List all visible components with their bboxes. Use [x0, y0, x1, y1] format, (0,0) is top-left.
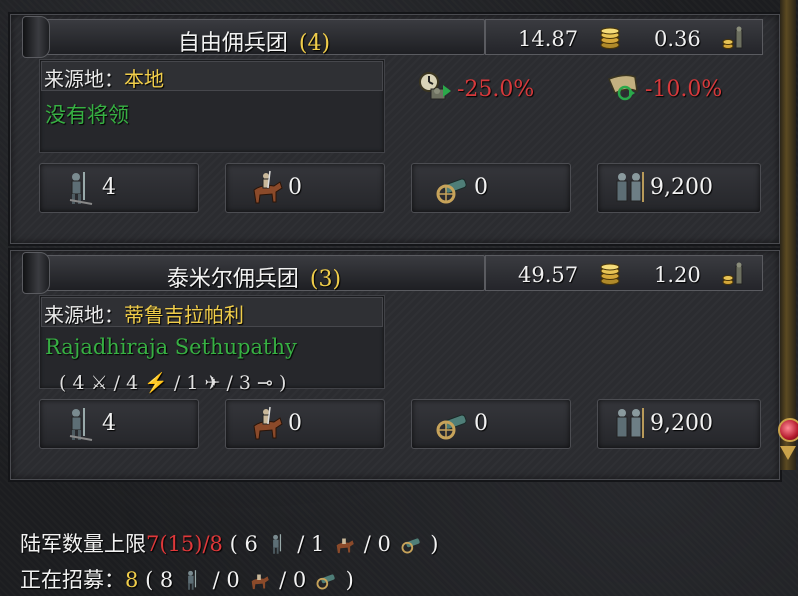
origin-text: 来源地：蒂鲁吉拉帕利	[44, 299, 244, 328]
upkeep-cost: 1.20	[654, 263, 701, 287]
infantry-icon	[188, 570, 197, 590]
hire-cost: 14.87	[518, 27, 579, 51]
infantry-icon	[272, 534, 281, 554]
cost-box: 49.57 1.20	[485, 255, 763, 291]
artillery-count: 0	[474, 411, 488, 436]
company-title-bar: 自由佣兵团 (4)	[22, 16, 485, 58]
scroll-knob-icon[interactable]	[778, 418, 798, 442]
land-sep1: / 1	[297, 532, 325, 556]
manpower-count: 9,200	[650, 411, 713, 436]
company-title: 泰米尔佣兵团 (3)	[24, 261, 484, 293]
origin-label: 来源地：	[44, 303, 124, 327]
land-close: )	[430, 532, 439, 556]
scrollbar-track[interactable]	[780, 0, 796, 470]
coin-stack-icon	[600, 27, 620, 49]
artillery-icon	[401, 538, 420, 554]
cavalry-count-box: 0	[225, 399, 385, 449]
cavalry-count-box: 0	[225, 163, 385, 213]
upkeep-soldier-icon	[722, 26, 743, 49]
cavalry-count: 0	[288, 411, 302, 436]
artillery-icon	[436, 178, 467, 204]
origin-row: 来源地：蒂鲁吉拉帕利	[41, 297, 383, 327]
origin-value: 本地	[124, 67, 164, 91]
company-title: 自由佣兵团 (4)	[24, 25, 484, 57]
manpower-count-box: 9,200	[597, 399, 761, 449]
land-limit-value: 7(15)/8	[146, 532, 223, 556]
company-title-bar: 泰米尔佣兵团 (3)	[22, 252, 485, 294]
company-name: 泰米尔佣兵团	[166, 267, 299, 292]
infantry-count-box: 4	[39, 163, 199, 213]
cavalry-icon	[253, 406, 283, 440]
origin-label: 来源地：	[44, 67, 124, 91]
artillery-count-box: 0	[411, 399, 571, 449]
infantry-count-box: 4	[39, 399, 199, 449]
land-sep2: / 0	[363, 532, 391, 556]
rec-close: )	[345, 568, 354, 592]
cavalry-icon	[253, 170, 283, 204]
land-force-limit-line: 陆军数量上限7(15)/8 ( 6 / 1 / 0 )	[20, 528, 438, 558]
recruit-time-modifier: -25.0%	[457, 77, 535, 102]
coin-stack-icon	[600, 263, 620, 285]
infantry-count: 4	[102, 411, 116, 436]
leader-stats: ( 4 ⚔ / 4 ⚡ / 1 ✈ / 3 ⊸ )	[59, 372, 287, 394]
artillery-icon	[316, 574, 335, 590]
manpower-icon	[616, 172, 644, 202]
origin-row: 来源地：本地	[41, 61, 383, 91]
manpower-count-box: 9,200	[597, 163, 761, 213]
infantry-icon	[69, 172, 93, 205]
mercenary-company-panel-2[interactable]: 泰米尔佣兵团 (3) 49.57 1.20 来源地：蒂鲁吉拉帕利 Rajadhi…	[10, 250, 780, 480]
rec-sep1: / 0	[212, 568, 240, 592]
artillery-count-box: 0	[411, 163, 571, 213]
cavalry-count: 0	[288, 175, 302, 200]
company-count: (4)	[298, 31, 331, 56]
leader-name[interactable]: Rajadhiraja Sethupathy	[45, 335, 297, 359]
artillery-count: 0	[474, 175, 488, 200]
upkeep-cost: 0.36	[654, 27, 701, 51]
manpower-icon	[616, 408, 644, 438]
land-limit-label: 陆军数量上限	[20, 532, 146, 556]
recruiting-line: 正在招募：8 ( 8 / 0 / 0 )	[20, 564, 354, 594]
recruiting-value: 8	[125, 568, 139, 592]
company-count: (3)	[309, 267, 342, 292]
cost-box: 14.87 0.36	[485, 19, 763, 55]
rec-sep2: / 0	[279, 568, 307, 592]
company-name: 自由佣兵团	[177, 31, 288, 56]
infantry-count: 4	[102, 175, 116, 200]
origin-text: 来源地：本地	[44, 63, 164, 92]
artillery-icon	[436, 414, 467, 440]
hourglass-time-icon	[419, 72, 451, 100]
origin-value: 蒂鲁吉拉帕利	[124, 303, 244, 327]
upkeep-soldier-icon	[722, 262, 743, 285]
hire-cost: 49.57	[518, 263, 579, 287]
land-open: ( 6	[229, 532, 258, 556]
morale-modifier: -10.0%	[645, 77, 723, 102]
infantry-icon	[69, 408, 93, 441]
manpower-count: 9,200	[650, 175, 713, 200]
cavalry-icon	[252, 574, 270, 590]
mercenary-company-panel-1[interactable]: 自由佣兵团 (4) 14.87 0.36 来源地：本地 没有将领 -25.0% …	[10, 14, 780, 244]
rec-open: ( 8	[145, 568, 174, 592]
scroll-down-arrow-icon[interactable]	[780, 446, 796, 460]
recruiting-label: 正在招募：	[20, 568, 125, 592]
horn-morale-icon	[608, 74, 638, 101]
leader-name: 没有将领	[45, 103, 129, 127]
cavalry-icon	[336, 538, 354, 554]
